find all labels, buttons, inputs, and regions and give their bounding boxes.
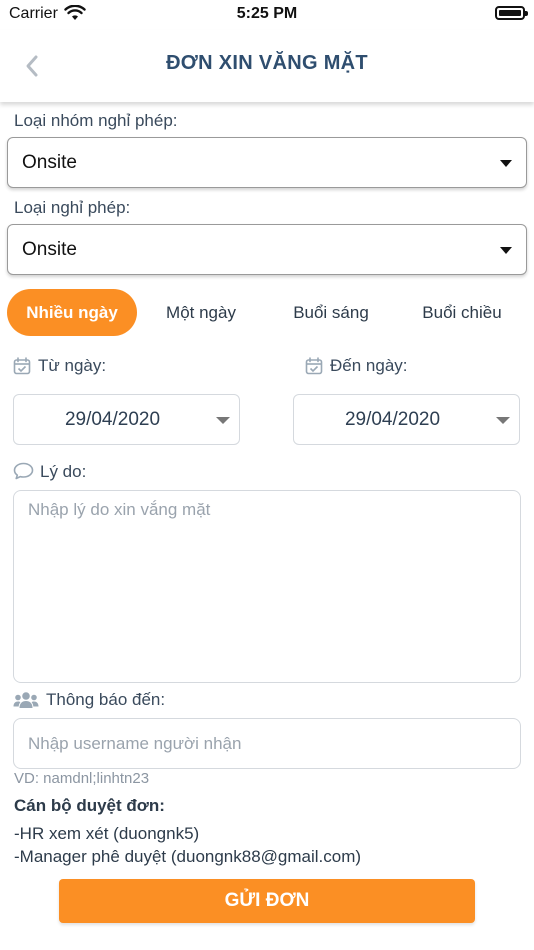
tab-one-day[interactable]: Một ngày (146, 289, 256, 336)
users-icon (13, 692, 39, 708)
comment-icon (13, 462, 34, 480)
nav-bar: ĐƠN XIN VĂNG MẶT (0, 30, 534, 102)
clock: 5:25 PM (236, 5, 298, 22)
caret-down-icon (216, 417, 230, 424)
reason-label: Lý do: (40, 462, 87, 481)
from-date-picker[interactable]: 29/04/2020 (13, 394, 240, 445)
tab-morning[interactable]: Buổi sáng (276, 289, 386, 336)
approver-item: -HR xem xét (duongnk5) (14, 824, 200, 843)
notify-label: Thông báo đến: (46, 690, 166, 709)
calendar-check-icon (305, 357, 323, 375)
reason-textarea[interactable] (13, 490, 521, 683)
to-date-picker[interactable]: 29/04/2020 (293, 394, 520, 445)
from-date-value: 29/04/2020 (64, 409, 161, 430)
approvers-title: Cán bộ duyệt đơn: (14, 796, 165, 815)
to-date-value: 29/04/2020 (344, 409, 441, 430)
leave-type-label: Loại nghỉ phép: (14, 198, 131, 217)
submit-button[interactable]: GỬI ĐƠN (59, 879, 475, 923)
from-date-label: Từ ngày: (38, 356, 107, 375)
caret-down-icon (500, 160, 512, 167)
tab-multiple-days[interactable]: Nhiều ngày (7, 289, 137, 336)
notify-example-hint: VD: namdnl;linhtn23 (14, 770, 150, 787)
approver-item: -Manager phê duyệt (duongnk88@gmail.com) (14, 847, 362, 866)
leave-group-label: Loại nhóm nghỉ phép: (14, 111, 178, 130)
tab-afternoon[interactable]: Buổi chiều (406, 289, 518, 336)
status-bar: Carrier 5:25 PM (0, 0, 534, 30)
calendar-check-icon (13, 357, 31, 375)
caret-down-icon (500, 247, 512, 254)
leave-type-select[interactable]: Onsite (7, 224, 527, 275)
caret-down-icon (496, 417, 510, 424)
leave-type-value: Onsite (22, 239, 77, 260)
to-date-label: Đến ngày: (330, 356, 408, 375)
page-title: ĐƠN XIN VĂNG MẶT (166, 52, 368, 74)
leave-group-value: Onsite (22, 152, 77, 173)
battery-icon (495, 6, 528, 20)
leave-group-select[interactable]: Onsite (7, 137, 527, 188)
notify-username-input[interactable] (13, 718, 521, 769)
